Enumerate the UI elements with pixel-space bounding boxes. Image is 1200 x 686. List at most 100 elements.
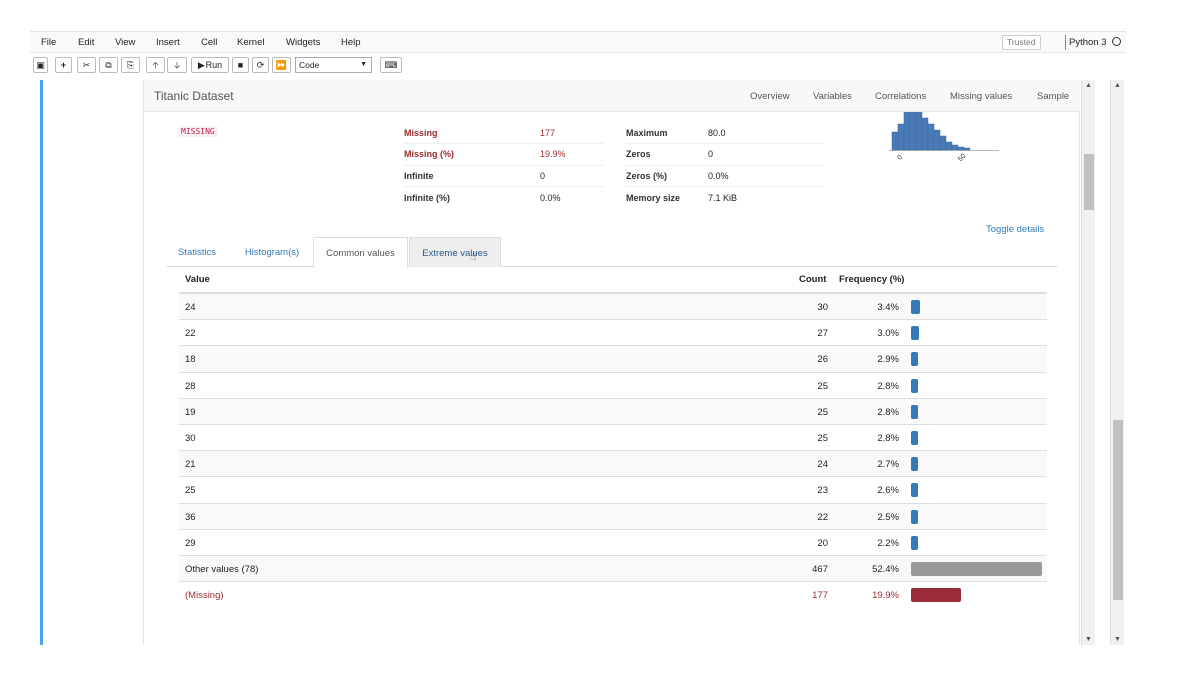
freq-table-header: Value Count Frequency (%) (179, 274, 1047, 294)
stop-icon[interactable]: ■ (232, 57, 249, 73)
nav-sample[interactable]: Sample (1037, 91, 1069, 102)
header-count: Count (799, 274, 827, 285)
hist-bar (921, 117, 929, 151)
frequency-bar (911, 352, 919, 367)
nav-variables[interactable]: Variables (813, 91, 852, 102)
report-navbar: Titanic Dataset Overview Variables Corre… (144, 80, 1080, 112)
row-frequency: 52.4% (872, 563, 899, 575)
row-count: 25 (817, 432, 828, 444)
stat-row-zeros-pct: Zeros (%) 0.0% (626, 165, 824, 187)
stat-row-infinite-pct: Infinite (%) 0.0% (404, 187, 603, 209)
copy-icon[interactable]: ⧉ (99, 57, 118, 73)
menu-kernel[interactable]: Kernel (237, 37, 264, 48)
row-value: 18 (185, 354, 196, 366)
stat-value: 0.0% (540, 192, 561, 203)
profile-report-output: MISSING Missing 177 Missing (%) 19.9% Infi… (143, 80, 1080, 645)
row-frequency: 2.2% (877, 537, 899, 549)
stat-label: Infinite (%) (404, 192, 450, 203)
tab-extreme-values[interactable]: Extreme values (409, 237, 501, 267)
paste-icon[interactable]: ⎘ (121, 57, 140, 73)
menu-insert[interactable]: Insert (156, 37, 180, 48)
missing-row: (Missing) 177 19.9% (179, 581, 1047, 607)
scroll-up-icon[interactable]: ▲ (1085, 82, 1092, 89)
menu-help[interactable]: Help (341, 37, 361, 48)
scroll-up-icon[interactable]: ▲ (1114, 82, 1121, 89)
row-frequency: 2.5% (877, 511, 899, 523)
row-value: 25 (185, 485, 196, 497)
restart-icon[interactable]: ⟳ (252, 57, 269, 73)
nav-correlations[interactable]: Correlations (875, 91, 926, 102)
row-value: 21 (185, 459, 196, 471)
table-row: 28 25 2.8% (179, 371, 1047, 398)
output-scrollbar[interactable]: ▲ ▼ (1081, 80, 1095, 645)
cut-icon[interactable]: ✂ (77, 57, 96, 73)
tab-statistics[interactable]: Statistics (166, 237, 228, 267)
cell-type-select[interactable]: Code ▼ (295, 57, 372, 73)
pointer-hand-icon: ☝ (470, 251, 477, 263)
nav-overview[interactable]: Overview (750, 91, 790, 102)
hist-bar (945, 141, 953, 151)
menu-cell[interactable]: Cell (201, 37, 217, 48)
move-up-icon[interactable]: 🡡 (146, 57, 165, 73)
tab-common-values[interactable]: Common values (313, 237, 408, 268)
frequency-bar (911, 535, 918, 550)
hist-bar (897, 123, 905, 151)
row-frequency: 2.8% (877, 406, 899, 418)
hist-tick-label: 50 (957, 153, 968, 164)
frequency-bar (911, 378, 918, 393)
row-count: 177 (812, 590, 828, 602)
menu-view[interactable]: View (115, 37, 135, 48)
scroll-thumb[interactable] (1084, 154, 1094, 210)
table-row: 22 27 3.0% (179, 319, 1047, 345)
frequency-bar (911, 404, 918, 419)
row-count: 23 (817, 485, 828, 497)
kernel-divider (1065, 35, 1066, 50)
hist-bar (957, 146, 965, 151)
stat-value: 0 (540, 165, 603, 187)
row-count: 20 (817, 537, 828, 549)
stat-value: 177 (540, 122, 603, 144)
fast-forward-icon[interactable]: ⏩ (272, 57, 291, 73)
stat-value: 19.9% (540, 143, 603, 166)
report-title[interactable]: Titanic Dataset (154, 89, 234, 103)
row-count: 30 (817, 302, 828, 313)
menu-widgets[interactable]: Widgets (286, 37, 320, 48)
row-value: Other values (78) (185, 563, 259, 575)
missing-tag: MISSING (178, 126, 218, 137)
frequency-bar (911, 588, 961, 603)
header-frequency: Frequency (%) (839, 274, 905, 285)
table-row: 36 22 2.5% (179, 502, 1047, 529)
stat-label: Zeros (%) (626, 165, 708, 187)
tab-histograms[interactable]: Histogram(s) (232, 237, 312, 267)
menu-edit[interactable]: Edit (78, 37, 94, 48)
save-icon[interactable]: ▣ (33, 57, 48, 73)
stat-label: Missing (%) (404, 143, 540, 166)
variable-tabs: Statistics Histogram(s) Common values Ex… (166, 237, 1058, 268)
keyboard-icon[interactable]: ⌨ (380, 57, 402, 73)
row-frequency: 2.8% (877, 380, 899, 392)
toggle-details-link[interactable]: Toggle details (986, 224, 1044, 235)
scroll-down-icon[interactable]: ▼ (1085, 636, 1092, 643)
page-scrollbar[interactable]: ▲ ▼ (1110, 80, 1124, 645)
run-button[interactable]: ▶ Run (191, 57, 229, 73)
frequency-bar (911, 483, 918, 498)
stat-value: 0 (708, 143, 824, 166)
hist-bar (891, 131, 899, 151)
stat-row-missing: Missing 177 (404, 122, 603, 144)
run-label: Run (205, 60, 223, 70)
scroll-thumb[interactable] (1113, 420, 1123, 600)
row-count: 24 (817, 459, 828, 471)
scroll-down-icon[interactable]: ▼ (1114, 636, 1121, 643)
row-frequency: 19.9% (872, 590, 899, 602)
mini-histogram: 0 50 (889, 112, 999, 164)
menu-file[interactable]: File (41, 37, 56, 48)
hist-bar (903, 112, 911, 151)
insert-cell-icon[interactable]: + (55, 57, 72, 73)
move-down-icon[interactable]: 🡣 (167, 57, 187, 73)
cell-type-value: Code (299, 60, 320, 70)
frequency-bar (911, 561, 1042, 576)
trusted-badge[interactable]: Trusted (1002, 35, 1041, 50)
nav-missing-values[interactable]: Missing values (950, 91, 1012, 102)
hist-tick-label: 0 (896, 154, 904, 162)
table-row: 30 25 2.8% (179, 423, 1047, 450)
